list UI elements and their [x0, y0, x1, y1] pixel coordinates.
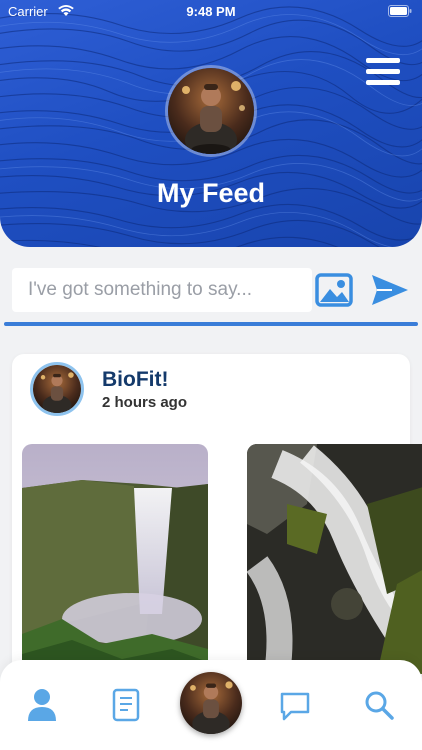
avatar-center[interactable] — [180, 672, 242, 734]
post-composer — [0, 268, 422, 326]
user-icon[interactable] — [26, 688, 58, 722]
search-icon[interactable] — [364, 690, 394, 720]
notes-icon[interactable] — [112, 688, 140, 722]
avatar-photo — [168, 68, 254, 154]
post-author-avatar[interactable] — [30, 362, 84, 416]
status-bar: Carrier 9:48 PM — [0, 0, 422, 24]
waterfall-rocks-photo[interactable] — [247, 444, 422, 674]
composer-underline — [4, 322, 418, 326]
bottom-nav — [0, 660, 422, 750]
image-icon[interactable] — [315, 272, 353, 308]
send-icon[interactable] — [370, 272, 410, 308]
header: Carrier 9:48 PM My Feed — [0, 0, 422, 247]
hamburger-menu-icon[interactable] — [366, 58, 400, 88]
status-time: 9:48 PM — [186, 4, 236, 19]
page-title: My Feed — [156, 178, 266, 208]
post-author-name[interactable]: BioFit! — [102, 368, 168, 392]
waterfall-photo[interactable] — [22, 444, 208, 674]
profile-avatar[interactable] — [165, 65, 257, 157]
battery-icon — [388, 5, 412, 17]
message-icon[interactable] — [279, 690, 311, 722]
post-input[interactable] — [12, 268, 312, 312]
post-timestamp: 2 hours ago — [102, 394, 188, 411]
